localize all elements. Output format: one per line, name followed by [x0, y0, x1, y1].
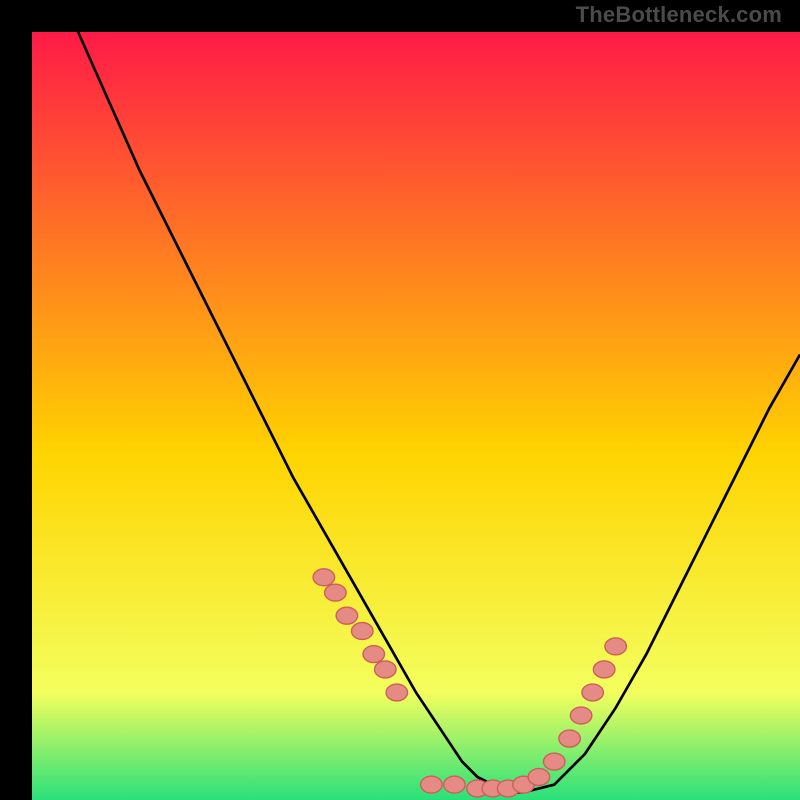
- marker-dot: [543, 753, 565, 770]
- marker-dot: [570, 707, 592, 724]
- chart-svg: [32, 32, 800, 800]
- marker-dot: [363, 646, 385, 663]
- marker-dot: [336, 607, 358, 624]
- marker-dot: [582, 684, 604, 701]
- marker-dot: [593, 661, 615, 678]
- marker-dot: [444, 776, 466, 793]
- marker-dot: [421, 776, 443, 793]
- chart-frame: [16, 16, 784, 784]
- marker-dot: [313, 569, 335, 586]
- marker-dot: [325, 584, 347, 601]
- marker-dot: [375, 661, 397, 678]
- gradient-background: [32, 32, 800, 800]
- watermark-text: TheBottleneck.com: [576, 2, 782, 28]
- marker-dot: [559, 730, 581, 747]
- marker-dot: [351, 623, 373, 640]
- marker-dot: [605, 638, 627, 655]
- marker-dot: [386, 684, 408, 701]
- marker-dot: [528, 769, 550, 786]
